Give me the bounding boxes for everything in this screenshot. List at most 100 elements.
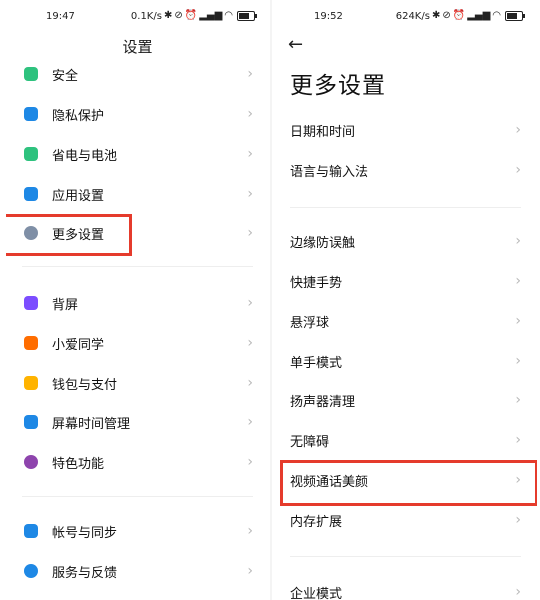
wifi-icon: ◠: [492, 10, 501, 21]
alarm-icon: ⏰: [184, 10, 198, 21]
more-settings-item-label: 无障碍: [290, 434, 330, 450]
divider: [22, 266, 253, 267]
chevron-right-icon: ›: [515, 273, 521, 289]
more-settings-item-label: 单手模式: [290, 355, 343, 371]
more-settings-item-label: 边缘防误触: [290, 235, 356, 251]
chevron-right-icon: ›: [515, 122, 521, 138]
chevron-right-icon: ›: [247, 563, 253, 579]
settings-item-label: 特色功能: [52, 456, 105, 472]
settings-item-label: 帐号与同步: [52, 525, 118, 541]
screen-time-icon: [24, 415, 38, 429]
chevron-right-icon: ›: [247, 225, 253, 241]
divider: [290, 207, 521, 208]
more-settings-item-label: 语言与输入法: [290, 164, 369, 180]
status-time: 19:52: [314, 11, 343, 22]
more-settings-item[interactable]: 语言与输入法 ›: [274, 150, 537, 190]
divider: [22, 496, 253, 497]
bluetooth-icon: ✱: [431, 10, 441, 21]
more-settings-item[interactable]: 悬浮球 ›: [274, 301, 537, 341]
chevron-right-icon: ›: [515, 392, 521, 408]
chevron-right-icon: ›: [515, 432, 521, 448]
bluetooth-icon: ✱: [163, 10, 173, 21]
status-indicators: 624K/s ✱ ⊘ ⏰ ▂▄▆ ◠: [395, 10, 525, 22]
network-speed: 624K/s: [395, 10, 430, 22]
status-bar: 19:47 0.1K/s ✱ ⊘ ⏰ ▂▄▆ ◠: [6, 0, 269, 36]
network-speed: 0.1K/s: [130, 10, 162, 22]
highlight-box: [280, 460, 537, 506]
more-settings-item[interactable]: 边缘防误触 ›: [274, 221, 537, 261]
rear-screen-icon: [24, 296, 38, 310]
chevron-right-icon: ›: [515, 353, 521, 369]
chevron-right-icon: ›: [247, 295, 253, 311]
page-title: 更多设置: [290, 73, 386, 99]
settings-item[interactable]: 小爱同学 ›: [6, 323, 269, 363]
back-arrow-icon[interactable]: ←: [288, 34, 303, 55]
more-settings-item[interactable]: 快捷手势 ›: [274, 261, 537, 301]
wallet-icon: [24, 376, 38, 390]
gear-icon: [24, 187, 38, 201]
chevron-right-icon: ›: [515, 162, 521, 178]
xiaoai-icon: [24, 336, 38, 350]
chevron-right-icon: ›: [515, 584, 521, 600]
chevron-right-icon: ›: [247, 375, 253, 391]
more-settings-item[interactable]: 企业模式 ›: [274, 572, 537, 600]
shield-icon: [24, 67, 38, 81]
settings-item[interactable]: 省电与电池 ›: [6, 134, 269, 174]
more-settings-item-label: 扬声器清理: [290, 394, 356, 410]
settings-panel: 19:47 0.1K/s ✱ ⊘ ⏰ ▂▄▆ ◠ 设置 安全 › 隐私保护 › 省电与电…: [6, 0, 269, 600]
account-icon: [24, 524, 38, 538]
battery-icon: [24, 147, 38, 161]
chevron-right-icon: ›: [247, 186, 253, 202]
panel-separator: [270, 0, 272, 600]
settings-item[interactable]: 隐私保护 ›: [6, 94, 269, 134]
chevron-right-icon: ›: [515, 313, 521, 329]
chevron-right-icon: ›: [247, 414, 253, 430]
settings-item-label: 安全: [52, 68, 79, 84]
more-settings-item-label: 悬浮球: [290, 315, 330, 331]
settings-item[interactable]: 屏幕时间管理 ›: [6, 402, 269, 442]
settings-item[interactable]: 背屏 ›: [6, 283, 269, 323]
more-settings-item-label: 内存扩展: [290, 514, 343, 530]
more-settings-item-label: 日期和时间: [290, 124, 356, 140]
chevron-right-icon: ›: [247, 523, 253, 539]
more-settings-item[interactable]: 日期和时间 ›: [274, 110, 537, 150]
battery-icon: [505, 11, 525, 21]
settings-item[interactable]: 服务与反馈 ›: [6, 551, 269, 591]
chevron-right-icon: ›: [247, 335, 253, 351]
privacy-icon: [24, 107, 38, 121]
more-settings-item[interactable]: 无障碍 ›: [274, 420, 537, 460]
settings-item-label: 背屏: [52, 297, 79, 313]
chevron-right-icon: ›: [247, 454, 253, 470]
chevron-right-icon: ›: [247, 66, 253, 82]
more-settings-item[interactable]: 扬声器清理 ›: [274, 380, 537, 420]
more-settings-item[interactable]: 内存扩展 ›: [274, 500, 537, 540]
battery-icon: [237, 11, 257, 21]
settings-item-label: 钱包与支付: [52, 377, 118, 393]
settings-item-label: 隐私保护: [52, 108, 105, 124]
more-settings-item[interactable]: 单手模式 ›: [274, 341, 537, 381]
alarm-icon: ⏰: [452, 10, 466, 21]
settings-item-label: 服务与反馈: [52, 565, 118, 581]
status-indicators: 0.1K/s ✱ ⊘ ⏰ ▂▄▆ ◠: [130, 10, 257, 22]
chevron-right-icon: ›: [247, 106, 253, 122]
settings-item-label: 小爱同学: [52, 337, 105, 353]
wifi-icon: ◠: [224, 10, 233, 21]
mute-icon: ⊘: [442, 10, 451, 21]
settings-item[interactable]: 应用设置 ›: [6, 174, 269, 214]
help-icon: [24, 564, 38, 578]
more-settings-item-label: 企业模式: [290, 586, 343, 600]
status-bar: 19:52 624K/s ✱ ⊘ ⏰ ▂▄▆ ◠: [274, 0, 537, 36]
chevron-right-icon: ›: [515, 512, 521, 528]
settings-item-label: 屏幕时间管理: [52, 416, 131, 432]
chevron-right-icon: ›: [247, 146, 253, 162]
status-time: 19:47: [46, 11, 75, 22]
divider: [290, 556, 521, 557]
settings-item[interactable]: 安全 ›: [6, 54, 269, 94]
settings-item[interactable]: 特色功能 ›: [6, 442, 269, 482]
signal-icon: ▂▄▆: [467, 10, 491, 21]
highlight-box: [6, 214, 132, 256]
settings-item[interactable]: 帐号与同步 ›: [6, 511, 269, 551]
settings-item[interactable]: 钱包与支付 ›: [6, 363, 269, 403]
settings-item-label: 应用设置: [52, 188, 105, 204]
settings-item-label: 省电与电池: [52, 148, 118, 164]
